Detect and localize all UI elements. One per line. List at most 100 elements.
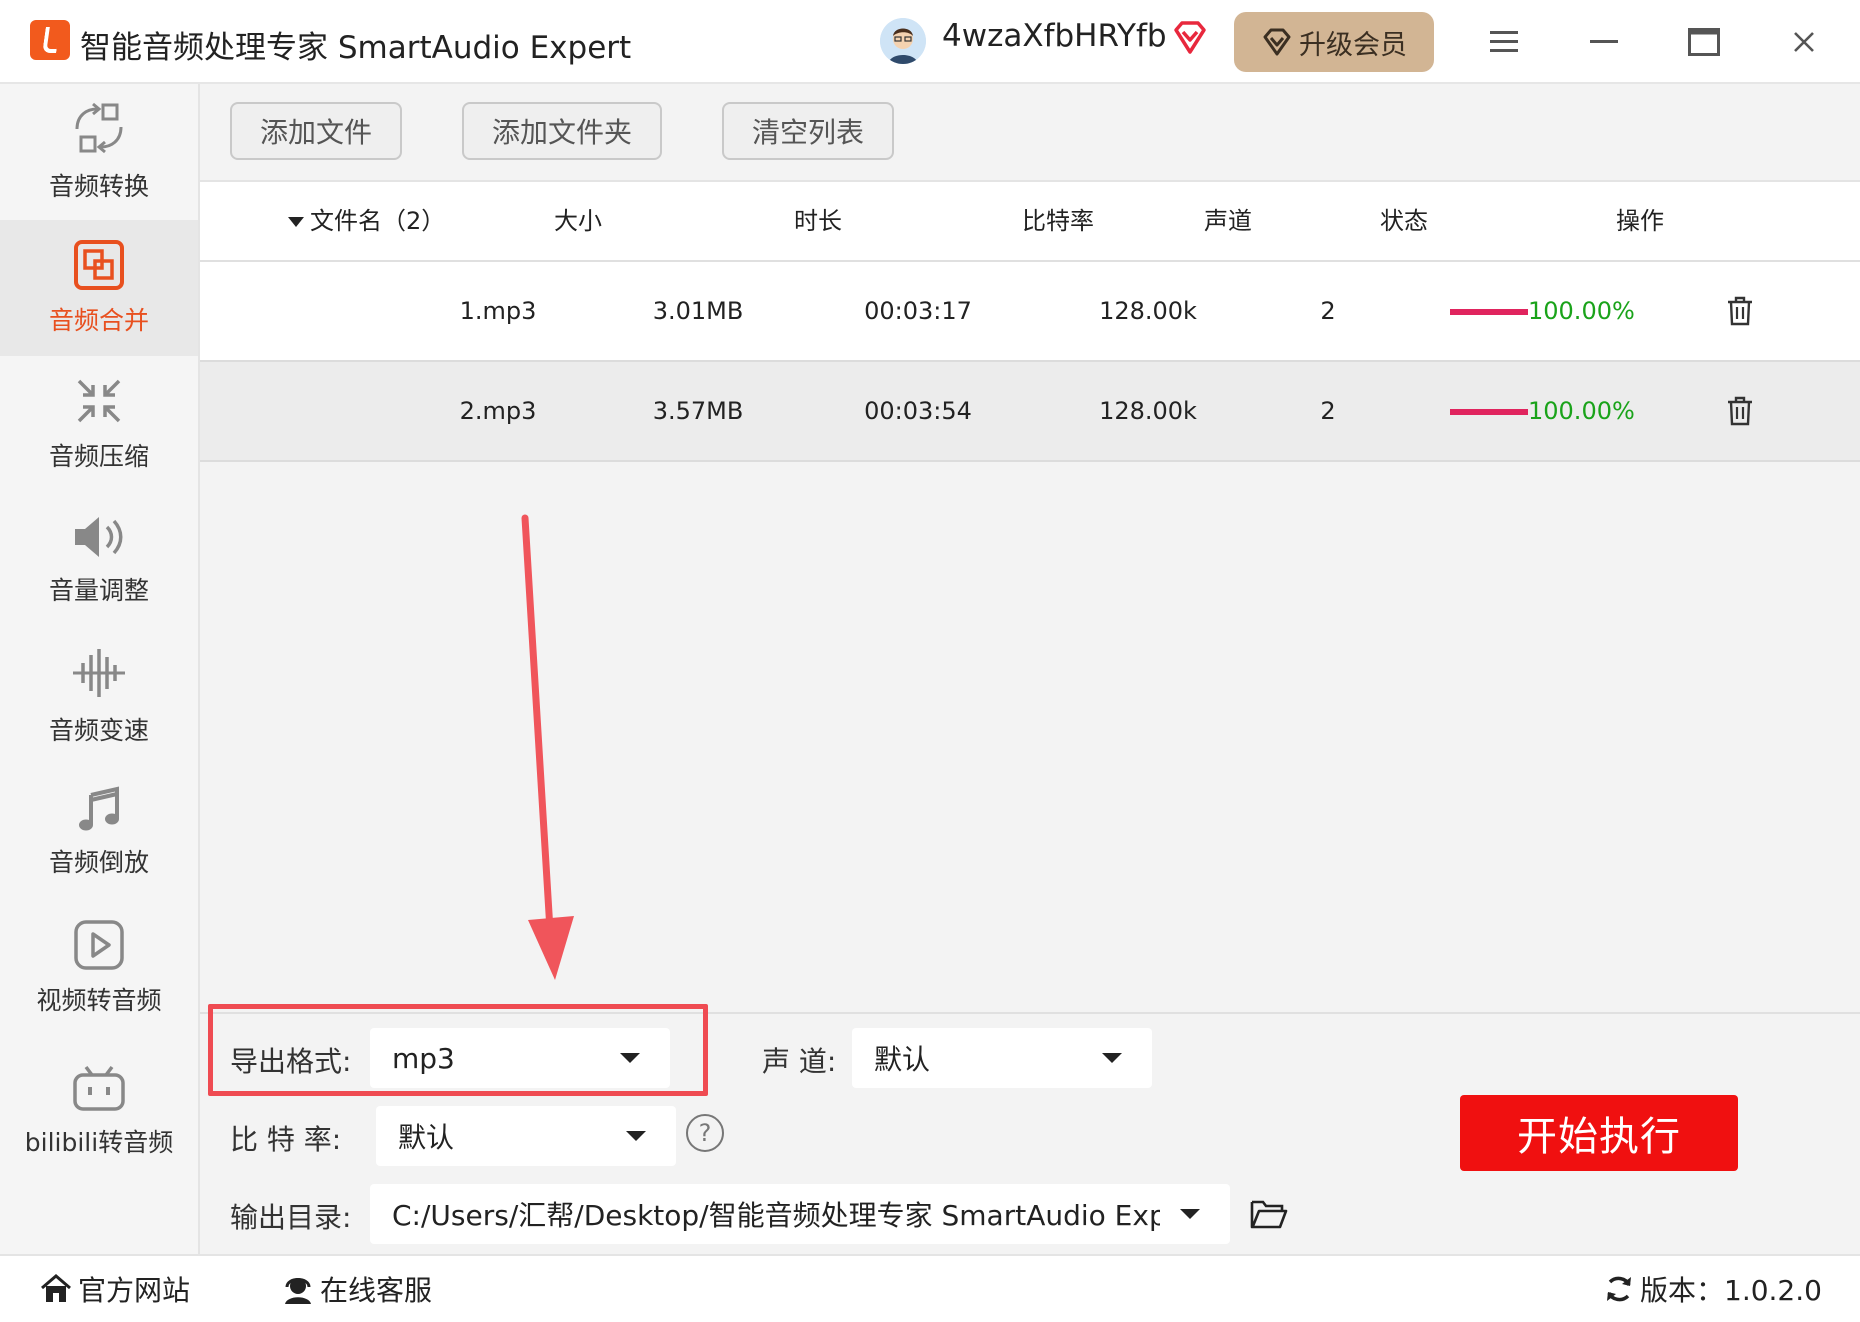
cell-duration: 00:03:17 (864, 297, 972, 325)
cell-bitrate: 128.00k (1099, 297, 1197, 325)
annotation-arrow (521, 514, 574, 980)
music-note-icon (79, 786, 119, 831)
sidebar-label: bilibili转音频 (24, 1128, 174, 1157)
bilibili-icon (73, 1065, 125, 1111)
sidebar-label: 视频转音频 (36, 986, 162, 1015)
progress-bar (1450, 409, 1528, 415)
sidebar-label: 音频倒放 (48, 848, 149, 877)
support-label: 在线客服 (320, 1274, 433, 1307)
cell-channels: 2 (1320, 397, 1336, 425)
channel-select[interactable]: 默认 (852, 1028, 1152, 1088)
upgrade-label: 升级会员 (1299, 29, 1407, 61)
compress-icon (77, 379, 121, 423)
cell-file-name: 2.mp3 (459, 397, 537, 425)
close-icon (1794, 32, 1814, 52)
folder-open-icon[interactable] (1250, 1198, 1288, 1230)
trash-icon[interactable] (1724, 295, 1756, 327)
sidebar-label: 音频合并 (48, 306, 149, 335)
chevron-down-icon (1102, 1053, 1122, 1063)
hamburger-icon (1490, 31, 1518, 52)
chevron-down-icon (1180, 1209, 1200, 1219)
sidebar-label: 音频转换 (48, 172, 149, 201)
sidebar-label: 音频压缩 (48, 442, 149, 471)
add-folder-button[interactable]: 添加文件夹 (462, 102, 662, 160)
maximize-icon (1688, 28, 1720, 56)
menu-button[interactable] (1476, 18, 1532, 66)
speed-icon (73, 649, 125, 697)
support-agent-icon (285, 1278, 311, 1304)
sidebar-item-audio-convert[interactable]: 音频转换 (0, 84, 198, 220)
diamond-icon (1263, 28, 1291, 56)
cell-file-name: 1.mp3 (459, 297, 537, 325)
app-logo-icon (30, 20, 70, 60)
website-label: 官方网站 (78, 1274, 191, 1307)
start-button[interactable]: 开始执行 (1460, 1095, 1738, 1171)
online-support-link[interactable]: 在线客服 (282, 1256, 432, 1322)
toolbar: 添加文件 添加文件夹 清空列表 (200, 84, 1860, 182)
table-row[interactable]: 1.mp3 3.01MB 00:03:17 128.00k 2 100.00% (200, 262, 1860, 362)
output-dir-value: C:/Users/汇帮/Desktop/智能音频处理专家 SmartAudio … (392, 1199, 1160, 1232)
channel-label: 声 道: (762, 1045, 837, 1078)
cell-bitrate: 128.00k (1099, 397, 1197, 425)
chevron-down-icon (626, 1131, 646, 1141)
username[interactable]: 4wzaXfbHRYfb (942, 18, 1167, 54)
column-header-channels: 声道 (1204, 207, 1252, 235)
merge-icon (74, 240, 124, 290)
sidebar-item-audio-compress[interactable]: 音频压缩 (0, 356, 198, 492)
file-list-empty-area (200, 462, 1860, 1012)
minimize-icon (1590, 40, 1618, 43)
column-header-name[interactable]: 文件名（2） (288, 182, 478, 260)
sidebar-label: 音频变速 (48, 716, 149, 745)
column-header-size: 大小 (554, 207, 602, 235)
sidebar-item-volume-adjust[interactable]: 音量调整 (0, 492, 198, 628)
bitrate-label: 比 特 率: (230, 1123, 342, 1156)
output-dir-select[interactable]: C:/Users/汇帮/Desktop/智能音频处理专家 SmartAudio … (370, 1184, 1230, 1244)
format-highlight-box (208, 1004, 708, 1096)
cell-channels: 2 (1320, 297, 1336, 325)
add-file-button[interactable]: 添加文件 (230, 102, 402, 160)
cell-size: 3.57MB (652, 397, 744, 425)
home-icon (41, 1274, 71, 1302)
column-header-action: 操作 (1616, 207, 1664, 235)
cell-status: 100.00% (1528, 397, 1635, 425)
clear-list-button[interactable]: 清空列表 (722, 102, 894, 160)
vip-diamond-icon (1170, 18, 1210, 58)
cell-status: 100.00% (1528, 297, 1635, 325)
sidebar-label: 音量调整 (48, 576, 149, 605)
maximize-button[interactable] (1676, 18, 1732, 66)
bitrate-select[interactable]: 默认 (376, 1106, 676, 1166)
table-row[interactable]: 2.mp3 3.57MB 00:03:54 128.00k 2 100.00% (200, 362, 1860, 462)
cell-duration: 00:03:54 (864, 397, 972, 425)
column-header-bitrate: 比特率 (1022, 207, 1094, 235)
version-info[interactable]: 版本：1.0.2.0 (1604, 1256, 1822, 1322)
bitrate-value: 默认 (398, 1121, 455, 1154)
footer: 官方网站 在线客服 版本：1.0.2.0 (0, 1254, 1860, 1322)
sidebar-item-audio-reverse[interactable]: 音频倒放 (0, 764, 198, 900)
sidebar-item-audio-merge[interactable]: 音频合并 (0, 220, 198, 356)
video-play-icon (74, 920, 124, 970)
cell-size: 3.01MB (652, 297, 744, 325)
official-website-link[interactable]: 官方网站 (40, 1256, 190, 1322)
help-icon[interactable]: ? (686, 1114, 724, 1152)
close-button[interactable] (1776, 18, 1832, 66)
app-title: 智能音频处理专家 SmartAudio Expert (80, 30, 632, 66)
sort-caret-icon (288, 217, 304, 227)
user-avatar[interactable] (880, 18, 926, 64)
sidebar-item-speed-change[interactable]: 音频变速 (0, 628, 198, 764)
trash-icon[interactable] (1724, 395, 1756, 427)
refresh-icon (1607, 1276, 1631, 1302)
column-header-status: 状态 (1380, 207, 1428, 235)
title-bar: 智能音频处理专家 SmartAudio Expert 4wzaXfbHRYfb … (0, 0, 1860, 84)
column-name-label: 文件名（2） (310, 207, 446, 235)
progress-bar (1450, 309, 1528, 315)
column-header-duration: 时长 (794, 207, 842, 235)
sidebar: 音频转换 音频合并 音频压缩 音量调整 音频变速 音频倒放 视频转音频 bili… (0, 84, 200, 1254)
convert-icon (75, 102, 123, 154)
minimize-button[interactable] (1576, 18, 1632, 66)
sidebar-item-bilibili-to-audio[interactable]: bilibili转音频 (0, 1044, 198, 1180)
sidebar-item-video-to-audio[interactable]: 视频转音频 (0, 900, 198, 1036)
file-table-header: 文件名（2） 大小 时长 比特率 声道 状态 操作 (200, 182, 1860, 262)
version-label: 版本：1.0.2.0 (1640, 1274, 1822, 1307)
volume-icon (75, 517, 123, 557)
upgrade-vip-button[interactable]: 升级会员 (1234, 12, 1434, 72)
